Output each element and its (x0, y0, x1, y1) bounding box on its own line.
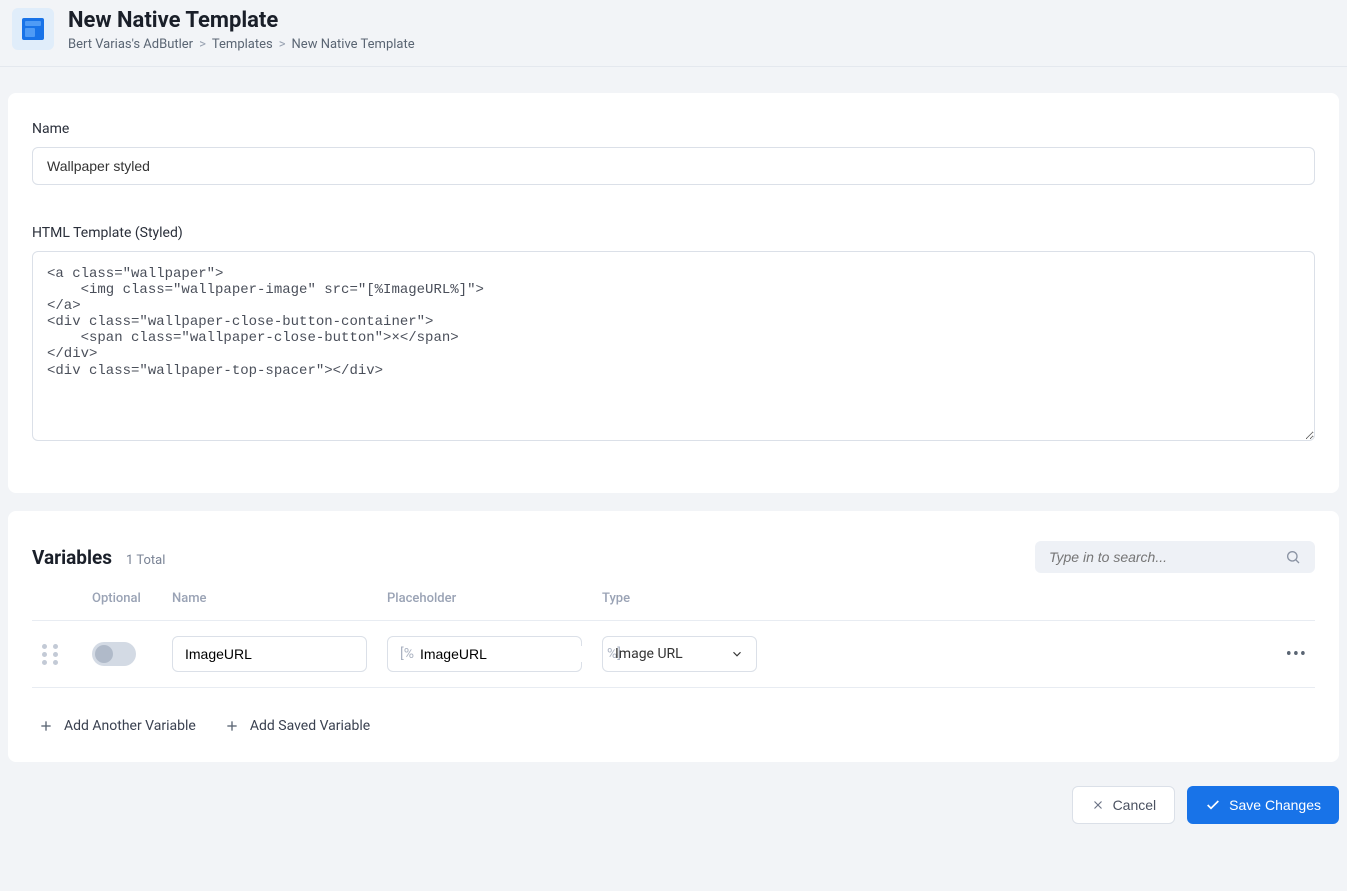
add-saved-variable-button[interactable]: Add Saved Variable (224, 718, 370, 734)
add-another-label: Add Another Variable (64, 718, 196, 734)
variables-title: Variables (32, 546, 112, 569)
page-title: New Native Template (68, 8, 415, 33)
variable-placeholder-input[interactable]: [% %] (387, 636, 582, 672)
name-label: Name (32, 121, 1315, 137)
variables-count: 1 Total (126, 553, 165, 568)
variables-card: Variables 1 Total Optional Name Placehol… (8, 511, 1339, 762)
add-another-variable-button[interactable]: Add Another Variable (38, 718, 196, 734)
chevron-down-icon (730, 647, 744, 661)
placeholder-input-field[interactable] (420, 646, 601, 662)
variable-type-select[interactable]: Image URL (602, 636, 757, 672)
plus-icon (38, 718, 54, 734)
col-type: Type (602, 591, 757, 606)
search-icon (1285, 549, 1301, 565)
page-footer: Cancel Save Changes (0, 762, 1347, 832)
breadcrumb-sep: > (199, 37, 206, 52)
search-input[interactable] (1049, 549, 1277, 565)
cancel-label: Cancel (1113, 797, 1157, 813)
save-changes-button[interactable]: Save Changes (1187, 786, 1339, 824)
col-placeholder: Placeholder (387, 591, 582, 606)
breadcrumb-item[interactable]: Templates (212, 37, 273, 52)
placeholder-prefix: [% (400, 646, 414, 662)
add-saved-label: Add Saved Variable (250, 718, 370, 734)
optional-toggle[interactable] (92, 642, 136, 666)
breadcrumb-item: New Native Template (292, 37, 415, 52)
variable-name-input[interactable] (172, 636, 367, 672)
variable-row: [% %] Image URL ••• (32, 621, 1315, 687)
col-optional: Optional (92, 591, 172, 606)
name-input[interactable] (32, 147, 1315, 185)
save-label: Save Changes (1229, 797, 1321, 813)
variable-type-value: Image URL (615, 646, 683, 662)
variables-search[interactable] (1035, 541, 1315, 573)
html-template-textarea[interactable] (32, 251, 1315, 441)
template-icon (12, 8, 54, 50)
close-icon (1091, 798, 1105, 812)
template-form-card: Name HTML Template (Styled) (8, 93, 1339, 493)
html-template-label: HTML Template (Styled) (32, 225, 1315, 241)
drag-handle-icon[interactable] (42, 644, 60, 664)
variables-column-headers: Optional Name Placeholder Type (32, 591, 1315, 620)
row-more-menu[interactable]: ••• (1275, 644, 1315, 665)
cancel-button[interactable]: Cancel (1072, 786, 1176, 824)
breadcrumb-item[interactable]: Bert Varias's AdButler (68, 37, 193, 52)
breadcrumb: Bert Varias's AdButler > Templates > New… (68, 37, 415, 52)
check-icon (1205, 797, 1221, 813)
page-header: New Native Template Bert Varias's AdButl… (0, 0, 1347, 67)
breadcrumb-sep: > (279, 37, 286, 52)
col-name: Name (172, 591, 367, 606)
plus-icon (224, 718, 240, 734)
